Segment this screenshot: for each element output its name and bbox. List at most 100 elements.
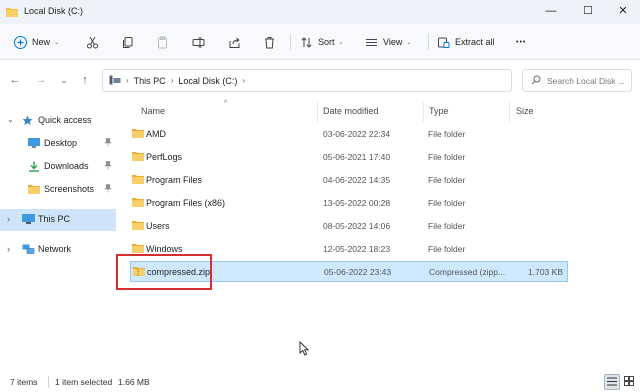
status-bar: 7 items 1 item selected 1.66 MB — [0, 372, 640, 392]
forward-button[interactable]: → — [32, 71, 50, 89]
back-button[interactable]: ← — [6, 71, 24, 89]
file-name: Program Files — [146, 175, 203, 185]
window-title: Local Disk (C:) — [24, 6, 84, 16]
mouse-pointer-icon — [299, 340, 310, 358]
column-divider[interactable] — [317, 102, 318, 122]
minimize-button[interactable]: — — [534, 0, 568, 24]
file-date: 03-06-2022 22:34 — [323, 129, 391, 139]
sidebar-item-downloads[interactable]: Downloads — [0, 156, 116, 178]
chevron-down-icon: ⌄ — [406, 39, 412, 46]
sort-icon — [300, 36, 313, 49]
computer-icon — [109, 75, 121, 87]
sidebar-item-label: Network — [38, 244, 72, 254]
folder-icon — [132, 220, 144, 232]
chevron-down-icon[interactable]: ⌄ — [7, 115, 14, 124]
search-input[interactable]: Search Local Disk ... — [522, 69, 632, 92]
file-date: 05-06-2022 23:43 — [324, 267, 392, 277]
sidebar-item-desktop[interactable]: Desktop — [0, 133, 116, 155]
address-bar[interactable]: › This PC › Local Disk (C:) › — [102, 69, 512, 92]
copy-button[interactable] — [121, 24, 134, 60]
search-placeholder: Search Local Disk ... — [547, 75, 625, 86]
download-icon — [28, 161, 40, 174]
sidebar-item-quick-access[interactable]: ⌄ Quick access — [0, 110, 116, 132]
extract-all-button[interactable]: Extract all — [437, 24, 495, 60]
recent-locations-button[interactable]: ⌄ — [55, 71, 73, 89]
breadcrumb-this-pc[interactable]: This PC — [134, 76, 166, 86]
rename-icon — [192, 36, 205, 49]
file-type: File folder — [428, 129, 466, 139]
sidebar-item-label: Downloads — [44, 161, 89, 171]
search-icon — [531, 75, 541, 87]
share-button[interactable] — [228, 24, 241, 60]
file-date: 12-05-2022 18:23 — [323, 244, 391, 254]
column-header-date[interactable]: Date modified — [323, 106, 379, 116]
desktop-icon — [28, 138, 40, 150]
column-header-size[interactable]: Size — [516, 106, 534, 116]
tiles-view-icon — [624, 376, 634, 388]
file-list: ^ Name Date modified Type Size AMD 03-06… — [118, 100, 640, 372]
view-lines-icon — [365, 36, 378, 49]
tiles-view-button[interactable] — [621, 374, 637, 390]
column-header-type[interactable]: Type — [429, 106, 449, 116]
up-button[interactable]: ↑ — [76, 71, 94, 89]
file-type: File folder — [428, 152, 466, 162]
column-divider[interactable] — [509, 102, 510, 122]
sort-button[interactable]: Sort ⌄ — [300, 24, 344, 60]
folder-icon — [28, 184, 40, 196]
selection-size: 1.66 MB — [118, 377, 150, 387]
table-row[interactable]: Users 08-05-2022 14:06 File folder — [130, 216, 568, 237]
folder-icon — [132, 197, 144, 209]
maximize-button[interactable]: ☐ — [571, 0, 605, 24]
sidebar-item-this-pc[interactable]: › This PC — [0, 209, 116, 231]
close-button[interactable]: ✕ — [606, 0, 640, 24]
pin-icon[interactable] — [104, 161, 112, 172]
file-name: PerfLogs — [146, 152, 183, 162]
file-name: Program Files (x86) — [146, 198, 226, 208]
table-row[interactable]: PerfLogs 05-06-2021 17:40 File folder — [130, 147, 568, 168]
chevron-right-icon[interactable]: › — [7, 214, 10, 224]
table-row[interactable]: Program Files 04-06-2022 14:35 File fold… — [130, 170, 568, 191]
status-divider — [48, 376, 49, 388]
folder-icon — [132, 174, 144, 186]
delete-button[interactable] — [263, 24, 276, 60]
file-date: 13-05-2022 00:28 — [323, 198, 391, 208]
sidebar-item-label: This PC — [38, 214, 71, 224]
selection-count: 1 item selected — [55, 377, 113, 387]
more-options-button[interactable]: ••• — [516, 24, 526, 60]
file-type: File folder — [428, 175, 466, 185]
chevron-right-icon[interactable]: › — [7, 244, 10, 254]
file-type: Compressed (zipp... — [429, 267, 506, 277]
extract-icon — [437, 36, 450, 49]
column-header-name[interactable]: Name — [141, 106, 165, 116]
folder-icon — [6, 6, 18, 17]
paste-button[interactable] — [156, 24, 169, 60]
details-view-button[interactable] — [604, 374, 620, 390]
table-row[interactable]: Program Files (x86) 13-05-2022 00:28 Fil… — [130, 193, 568, 214]
computer-icon — [22, 214, 35, 226]
rename-button[interactable] — [192, 24, 205, 60]
pin-icon[interactable] — [104, 138, 112, 149]
new-button[interactable]: New ⌄ — [14, 24, 59, 60]
pin-icon[interactable] — [104, 184, 112, 195]
breadcrumb-local-disk[interactable]: Local Disk (C:) — [178, 76, 237, 86]
cut-button[interactable] — [86, 24, 99, 60]
sidebar-item-label: Desktop — [44, 138, 78, 148]
sidebar-item-screenshots[interactable]: Screenshots — [0, 179, 116, 201]
navigation-bar: ← → ⌄ ↑ › This PC › Local Disk (C:) › Se… — [0, 60, 640, 100]
folder-icon — [132, 128, 144, 140]
file-type: File folder — [428, 244, 466, 254]
annotation-highlight — [116, 254, 212, 290]
sort-label: Sort — [318, 37, 335, 47]
table-row[interactable]: AMD 03-06-2022 22:34 File folder — [130, 124, 568, 145]
chevron-down-icon: ⌄ — [54, 39, 60, 46]
view-button[interactable]: View ⌄ — [365, 24, 411, 60]
toolbar-divider — [290, 34, 291, 50]
sidebar-item-label: Quick access — [38, 115, 92, 125]
new-label: New — [32, 37, 51, 47]
item-count: 7 items — [10, 377, 38, 387]
details-view-icon — [607, 377, 617, 388]
file-name: Users — [146, 221, 170, 231]
breadcrumb-separator: › — [126, 76, 129, 85]
sidebar-item-network[interactable]: › Network — [0, 239, 116, 261]
column-divider[interactable] — [423, 102, 424, 122]
